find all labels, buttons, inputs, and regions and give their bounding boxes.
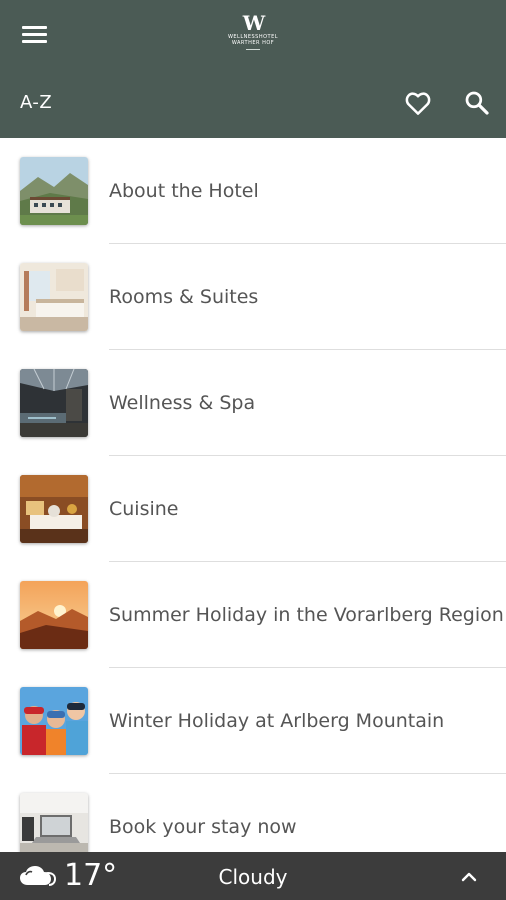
- dining-table-thumbnail: [20, 475, 88, 543]
- skiers-thumbnail: [20, 687, 88, 755]
- sort-az-button[interactable]: A-Z: [20, 92, 52, 113]
- list-item[interactable]: Cuisine: [0, 456, 506, 562]
- spa-pool-thumbnail: [20, 369, 88, 437]
- logo-divider: [246, 49, 260, 50]
- weather-bar[interactable]: 17° Cloudy: [0, 852, 506, 900]
- heart-icon[interactable]: [403, 88, 433, 118]
- list-item-label: Rooms & Suites: [109, 286, 259, 308]
- logo-mark: W: [242, 11, 265, 35]
- search-icon[interactable]: [462, 88, 492, 118]
- weather-condition: Cloudy: [218, 865, 288, 889]
- topic-list: About the Hotel Rooms & Suites Wellness …: [0, 138, 506, 880]
- list-item-label: Wellness & Spa: [109, 392, 256, 414]
- chevron-up-icon[interactable]: [458, 866, 480, 888]
- list-item[interactable]: Rooms & Suites: [0, 244, 506, 350]
- logo-line-2: WARTHER HOF: [231, 40, 275, 46]
- hotel-room-thumbnail: [20, 263, 88, 331]
- app-header: W WELLNESSHOTEL WARTHER HOF A-Z: [0, 0, 506, 138]
- list-item-label: Summer Holiday in the Vorarlberg Region: [109, 604, 504, 626]
- list-item[interactable]: Summer Holiday in the Vorarlberg Region: [0, 562, 506, 668]
- list-item[interactable]: Winter Holiday at Arlberg Mountain: [0, 668, 506, 774]
- list-item-label: Winter Holiday at Arlberg Mountain: [109, 710, 445, 732]
- list-item-label: Cuisine: [109, 498, 179, 520]
- sunset-mountains-thumbnail: [20, 581, 88, 649]
- laptop-desk-thumbnail: [20, 793, 88, 861]
- hotel-logo: W WELLNESSHOTEL WARTHER HOF: [213, 12, 293, 54]
- list-item-label: About the Hotel: [109, 180, 259, 202]
- list-item[interactable]: Wellness & Spa: [0, 350, 506, 456]
- hamburger-menu-icon[interactable]: [22, 24, 48, 46]
- hotel-mountain-thumbnail: [20, 157, 88, 225]
- list-item[interactable]: About the Hotel: [0, 138, 506, 244]
